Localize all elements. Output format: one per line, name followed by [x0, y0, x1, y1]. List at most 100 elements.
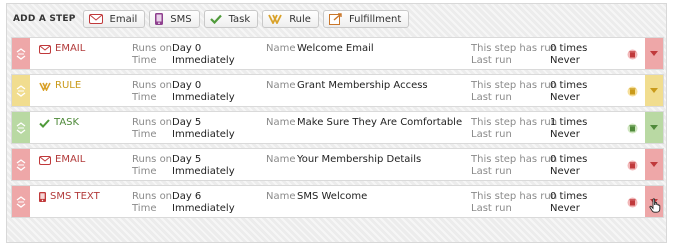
step-type: RULE	[39, 80, 81, 92]
name-label: Name	[266, 117, 296, 128]
add-task-button[interactable]: Task	[203, 10, 259, 28]
step-row-rule[interactable]: RULE Runs on Time Day 0 Immediately Name…	[11, 74, 664, 107]
last-run-value: Never	[550, 203, 580, 214]
add-rule-button[interactable]: Rule	[262, 10, 319, 28]
step-row-sms[interactable]: SMS TEXT Runs on Time Day 6 Immediately …	[11, 185, 664, 218]
delete-step-icon[interactable]	[627, 86, 638, 100]
step-type-label: TASK	[54, 117, 80, 128]
time-label: Time	[132, 129, 157, 140]
drag-handle[interactable]	[12, 75, 30, 106]
step-name[interactable]: Your Membership Details	[297, 154, 421, 166]
delete-step-icon[interactable]	[627, 123, 638, 137]
runs-on-value: Day 5	[172, 117, 202, 128]
chevron-down-icon	[650, 162, 658, 167]
step-row-task[interactable]: TASK Runs on Time Day 5 Immediately Name…	[11, 111, 664, 144]
drag-handle[interactable]	[12, 149, 30, 180]
expand-step-button[interactable]	[645, 112, 663, 143]
drag-handle-icon	[16, 84, 26, 97]
step-name[interactable]: SMS Welcome	[297, 191, 367, 203]
add-sms-label: SMS	[170, 13, 192, 25]
drag-handle-icon	[16, 158, 26, 171]
step-type-label: EMAIL	[55, 43, 86, 54]
drag-handle-icon	[16, 195, 26, 208]
drag-handle[interactable]	[12, 186, 30, 217]
step-has-run-label: This step has run	[471, 154, 558, 165]
last-run-label: Last run	[471, 129, 512, 140]
envelope-icon	[88, 14, 103, 24]
rule-icon	[39, 82, 51, 91]
name-label: Name	[266, 154, 296, 165]
time-label: Time	[132, 55, 157, 66]
rule-icon	[268, 14, 282, 24]
step-type-label: SMS TEXT	[50, 191, 100, 202]
time-label: Time	[132, 92, 157, 103]
run-count-value: 0 times	[550, 80, 588, 91]
chevron-down-icon	[650, 88, 658, 93]
step-name[interactable]: Welcome Email	[297, 43, 374, 55]
step-name[interactable]: Make Sure They Are Comfortable	[297, 117, 462, 129]
expand-step-button[interactable]	[645, 75, 663, 106]
run-count-value: 1 times	[550, 117, 588, 128]
add-step-toolbar: ADD A STEP Email SMS Task Rule Fulfillme…	[7, 4, 666, 34]
runs-on-value: Day 0	[172, 43, 202, 54]
time-value: Immediately	[172, 203, 235, 214]
time-value: Immediately	[172, 129, 235, 140]
time-label: Time	[132, 166, 157, 177]
last-run-label: Last run	[471, 203, 512, 214]
delete-step-icon[interactable]	[627, 49, 638, 63]
add-sms-button[interactable]: SMS	[149, 10, 200, 28]
name-label: Name	[266, 191, 296, 202]
run-count-value: 0 times	[550, 154, 588, 165]
runs-on-value: Day 5	[172, 154, 202, 165]
drag-handle[interactable]	[12, 112, 30, 143]
time-value: Immediately	[172, 166, 235, 177]
time-value: Immediately	[172, 92, 235, 103]
add-fulfillment-button[interactable]: Fulfillment	[322, 10, 410, 28]
add-task-label: Task	[228, 13, 251, 25]
runs-on-label: Runs on	[132, 80, 173, 91]
step-type: EMAIL	[39, 43, 85, 55]
runs-on-value: Day 6	[172, 191, 202, 202]
runs-on-label: Runs on	[132, 117, 173, 128]
runs-on-label: Runs on	[132, 154, 173, 165]
step-type: TASK	[39, 117, 79, 129]
step-has-run-label: This step has run	[471, 117, 558, 128]
runs-on-value: Day 0	[172, 80, 202, 91]
time-label: Time	[132, 203, 157, 214]
runs-on-label: Runs on	[132, 191, 173, 202]
step-row-email-1[interactable]: EMAIL Runs on Time Day 0 Immediately Nam…	[11, 37, 664, 70]
expand-step-button[interactable]	[645, 38, 663, 69]
step-type: SMS TEXT	[39, 191, 100, 203]
add-step-label: ADD A STEP	[13, 14, 76, 24]
chevron-down-icon	[650, 51, 658, 56]
step-type: EMAIL	[39, 154, 85, 166]
name-label: Name	[266, 80, 296, 91]
runs-on-label: Runs on	[132, 43, 173, 54]
step-has-run-label: This step has run	[471, 191, 558, 202]
delete-step-icon[interactable]	[627, 197, 638, 211]
last-run-value: Never	[550, 55, 580, 66]
step-type-label: RULE	[55, 80, 82, 91]
envelope-icon	[39, 155, 51, 165]
add-email-label: Email	[109, 13, 138, 25]
phone-icon	[39, 192, 46, 202]
step-has-run-label: This step has run	[471, 80, 558, 91]
add-fulfillment-label: Fulfillment	[348, 13, 402, 25]
add-email-button[interactable]: Email	[82, 10, 146, 28]
step-has-run-label: This step has run	[471, 43, 558, 54]
drag-handle[interactable]	[12, 38, 30, 69]
step-row-email-2[interactable]: EMAIL Runs on Time Day 5 Immediately Nam…	[11, 148, 664, 181]
drag-handle-icon	[16, 47, 26, 60]
run-count-value: 0 times	[550, 43, 588, 54]
phone-icon	[155, 13, 164, 25]
last-run-label: Last run	[471, 55, 512, 66]
step-name[interactable]: Grant Membership Access	[297, 80, 428, 92]
hand-cursor-icon	[649, 198, 661, 213]
checkmark-icon	[209, 14, 222, 24]
delete-step-icon[interactable]	[627, 160, 638, 174]
step-type-label: EMAIL	[55, 154, 86, 165]
expand-step-button[interactable]	[645, 149, 663, 180]
run-count-value: 0 times	[550, 191, 588, 202]
last-run-value: Never	[550, 129, 580, 140]
last-run-label: Last run	[471, 92, 512, 103]
